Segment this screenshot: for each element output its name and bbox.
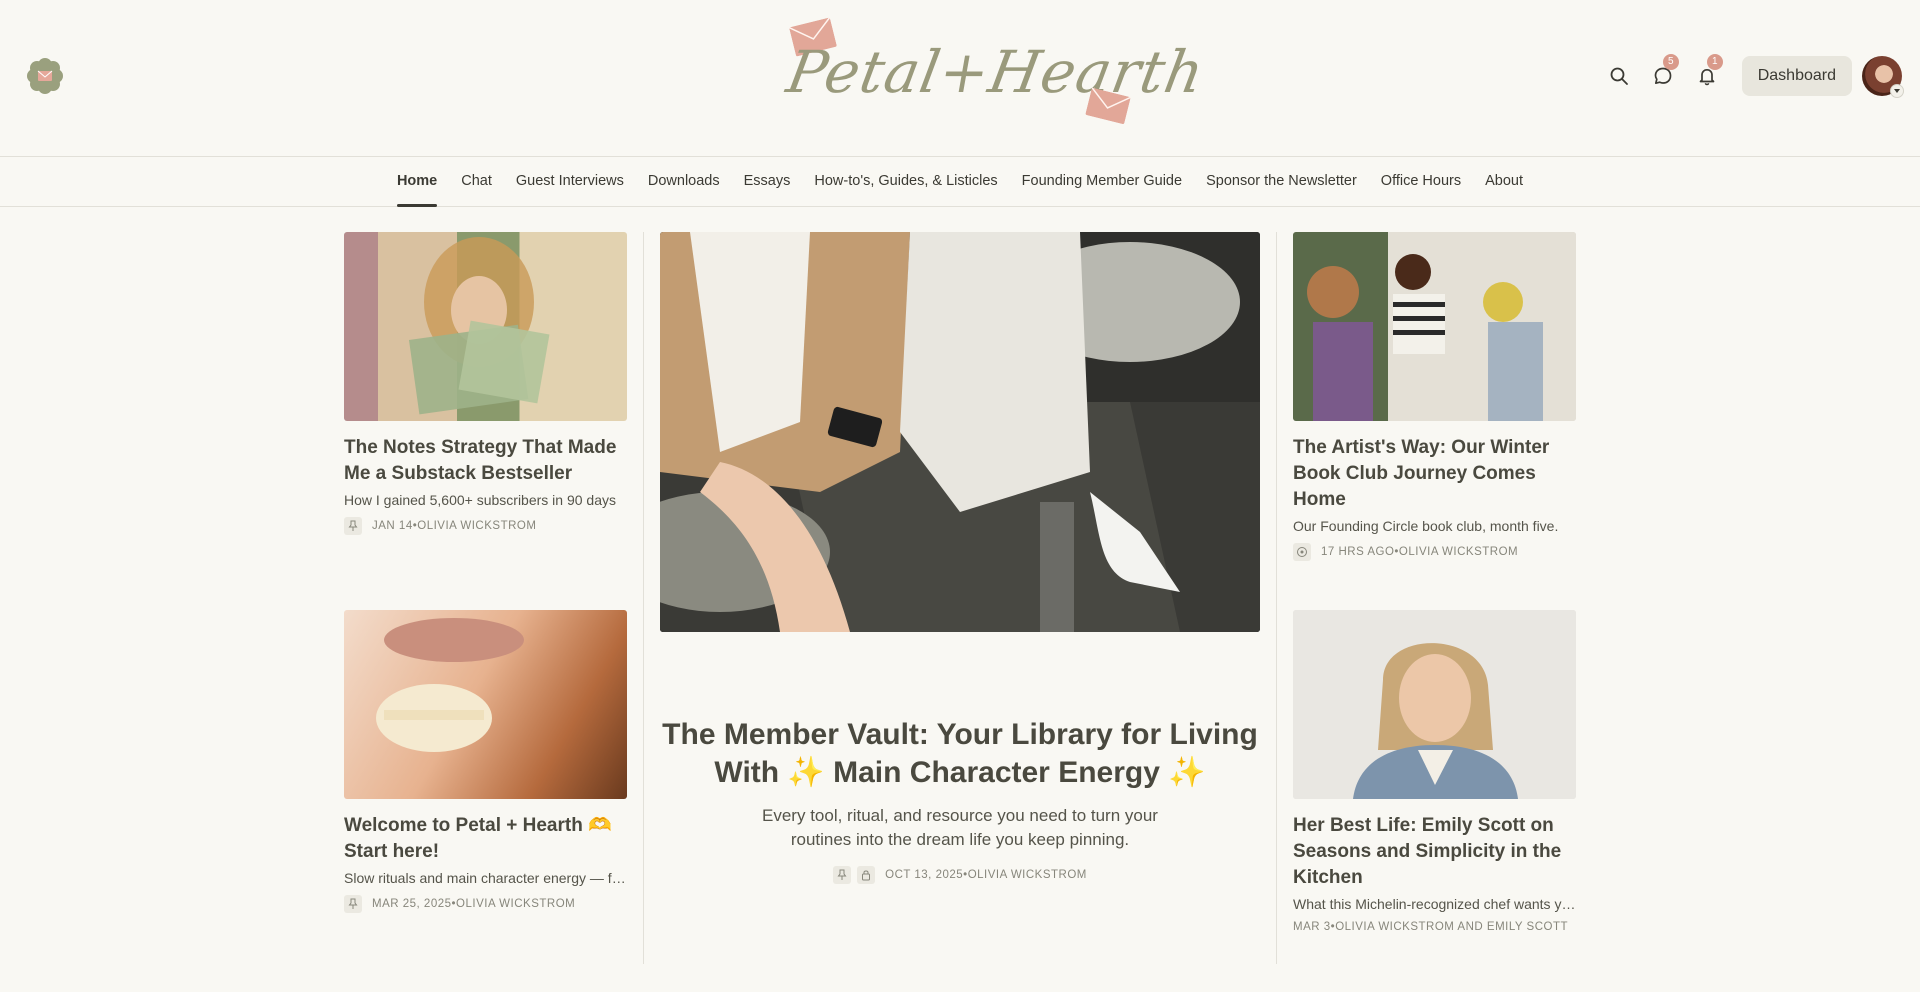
post-thumbnail	[344, 232, 627, 421]
post-title: Welcome to Petal + Hearth 🫶 Start here!	[344, 815, 612, 862]
logo-wordmark: Petal+Hearth	[782, 38, 1210, 106]
nav-item-guest-interviews[interactable]: Guest Interviews	[504, 157, 636, 207]
featured-post-image	[660, 232, 1260, 632]
nav-item-founding-member-guide[interactable]: Founding Member Guide	[1010, 157, 1194, 207]
avatar[interactable]	[1862, 56, 1904, 98]
featured-post-title: The Member Vault: Your Library for Livin…	[662, 718, 1258, 789]
post-author: OLIVIA WICKSTROM	[456, 898, 576, 910]
post-author: OLIVIA WICKSTROM AND EMILY SCOTT	[1335, 921, 1569, 933]
post-thumbnail	[344, 610, 627, 799]
notifications-button[interactable]: 1	[1692, 54, 1723, 91]
site-logo[interactable]: Petal+Hearth	[782, 17, 1210, 134]
pin-icon	[344, 895, 362, 913]
lock-icon	[857, 866, 876, 884]
nav-item-sponsor[interactable]: Sponsor the Newsletter	[1194, 157, 1369, 207]
nav-item-chat[interactable]: Chat	[449, 157, 504, 207]
featured-post[interactable]: The Member Vault: Your Library for Livin…	[660, 232, 1260, 884]
search-button[interactable]	[1604, 61, 1634, 91]
dashboard-button[interactable]: Dashboard	[1741, 56, 1852, 96]
notifications-badge: 1	[1706, 54, 1723, 70]
nav-item-home[interactable]: Home	[385, 157, 449, 207]
post-meta: MAR 25, 2025 • OLIVIA WICKSTROM	[344, 895, 627, 913]
post-image	[408, 237, 550, 415]
post-subtitle: Slow rituals and main character energy —…	[344, 870, 627, 886]
messages-badge: 5	[1662, 54, 1679, 70]
post-card[interactable]: Her Best Life: Emily Scott on Seasons an…	[1293, 610, 1576, 933]
post-subtitle: What this Michelin-recognized chef wants…	[1293, 896, 1576, 912]
post-image	[1293, 232, 1576, 421]
search-icon	[1610, 67, 1628, 85]
nav-item-office-hours[interactable]: Office Hours	[1369, 157, 1473, 207]
pin-icon	[344, 517, 362, 535]
post-title: The Artist's Way: Our Winter Book Club J…	[1293, 437, 1550, 510]
flower-icon	[1293, 543, 1311, 561]
nav-item-downloads[interactable]: Downloads	[636, 157, 732, 207]
post-card[interactable]: The Notes Strategy That Made Me a Substa…	[344, 232, 627, 535]
post-thumbnail	[1293, 610, 1576, 799]
nav-item-essays[interactable]: Essays	[732, 157, 803, 207]
post-thumbnail	[1293, 232, 1576, 421]
nav-item-about[interactable]: About	[1473, 157, 1535, 207]
nav-item-how-tos[interactable]: How-to's, Guides, & Listicles	[802, 157, 1009, 207]
post-date: OCT 13, 2025	[885, 869, 964, 881]
header-actions: 5 1 Dashboard	[1604, 54, 1904, 98]
post-subtitle: Our Founding Circle book club, month fiv…	[1293, 518, 1559, 534]
post-image	[1293, 610, 1576, 799]
post-grid: The Notes Strategy That Made Me a Substa…	[344, 232, 1576, 964]
column-divider	[643, 232, 644, 964]
post-card[interactable]: The Artist's Way: Our Winter Book Club J…	[1293, 232, 1576, 561]
post-meta: OCT 13, 2025 • OLIVIA WICKSTROM	[660, 866, 1260, 884]
post-title: Her Best Life: Emily Scott on Seasons an…	[1293, 815, 1562, 888]
chevron-down-icon	[1890, 84, 1904, 98]
post-meta: 17 HRS AGO • OLIVIA WICKSTROM	[1293, 543, 1576, 561]
post-date: 17 HRS AGO	[1321, 546, 1395, 558]
site-flower-icon[interactable]	[26, 57, 64, 95]
messages-button[interactable]: 5	[1648, 54, 1679, 91]
post-image	[376, 618, 524, 752]
post-date: MAR 3	[1293, 921, 1331, 933]
post-subtitle: How I gained 5,600+ subscribers in 90 da…	[344, 492, 616, 508]
site-header: Petal+Hearth 5 1 Dashboard	[0, 0, 1920, 157]
pin-icon	[833, 866, 852, 884]
post-date: JAN 14	[372, 520, 413, 532]
post-title: The Notes Strategy That Made Me a Substa…	[344, 437, 617, 484]
column-divider	[1276, 232, 1277, 964]
post-author: OLIVIA WICKSTROM	[417, 520, 537, 532]
post-card[interactable]: Welcome to Petal + Hearth 🫶 Start here! …	[344, 610, 627, 913]
post-author: OLIVIA WICKSTROM	[967, 869, 1087, 881]
post-date: MAR 25, 2025	[372, 898, 452, 910]
post-meta: MAR 3 • OLIVIA WICKSTROM AND EMILY SCOTT	[1293, 921, 1576, 933]
post-image	[660, 232, 1260, 632]
post-meta: JAN 14 • OLIVIA WICKSTROM	[344, 517, 627, 535]
featured-post-subtitle: Every tool, ritual, and resource you nee…	[762, 806, 1158, 849]
post-author: OLIVIA WICKSTROM	[1398, 546, 1519, 558]
main-nav: Home Chat Guest Interviews Downloads Ess…	[0, 157, 1920, 207]
